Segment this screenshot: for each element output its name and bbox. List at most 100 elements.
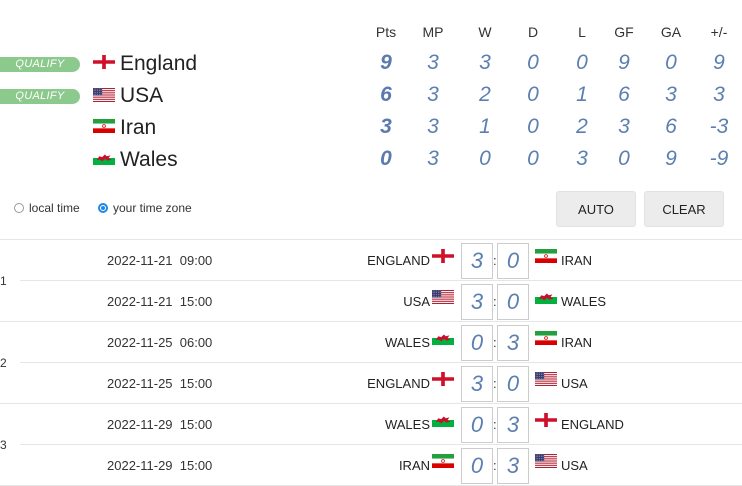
qualify-badge: QUALIFY: [0, 89, 80, 104]
stat-Pts: 0: [380, 147, 392, 170]
stat-GF: 0: [618, 147, 630, 170]
stat-MP: 3: [427, 115, 439, 138]
row-divider: [20, 362, 742, 363]
auto-button[interactable]: AUTO: [556, 191, 636, 227]
home-team-name: USA: [403, 294, 430, 309]
standings-row[interactable]: Wales 0 3 0 0 3 0 9 -9: [0, 144, 742, 176]
team-name: Wales: [120, 148, 178, 171]
stat-D: 0: [527, 51, 539, 74]
local-time-radio[interactable]: [14, 203, 24, 213]
stat-D: 0: [527, 147, 539, 170]
row-divider: [20, 280, 742, 281]
stat-W: 3: [479, 51, 491, 74]
away-score-input[interactable]: 3: [497, 325, 529, 361]
home-score-input[interactable]: 0: [461, 325, 493, 361]
stat-D: 0: [527, 83, 539, 106]
home-score-input[interactable]: 3: [461, 366, 493, 402]
stat-GA: 3: [665, 83, 677, 106]
stat-GF: 9: [618, 51, 630, 74]
england-flag-icon: [432, 372, 454, 391]
home-team-name: ENGLAND: [367, 376, 430, 391]
england-flag-icon: [432, 249, 454, 268]
clear-button[interactable]: CLEAR: [644, 191, 724, 227]
match-date: 2022-11-29 15:00: [107, 417, 213, 432]
england-flag-icon: [93, 55, 115, 74]
match-date: 2022-11-25 06:00: [107, 335, 213, 350]
column-header-1: MP: [422, 24, 444, 40]
row-divider: [0, 403, 742, 404]
away-score-input[interactable]: 3: [497, 448, 529, 484]
column-header-4: L: [578, 24, 586, 40]
iran-flag-icon: [432, 454, 454, 473]
home-score-input[interactable]: 0: [461, 448, 493, 484]
home-team-name: WALES: [384, 417, 430, 432]
local-time-label[interactable]: local time: [29, 201, 80, 215]
stat-W: 1: [479, 115, 491, 138]
column-header-6: GA: [660, 24, 682, 40]
home-score-input[interactable]: 3: [461, 243, 493, 279]
stat-W: 0: [479, 147, 491, 170]
away-team-name: WALES: [561, 294, 607, 309]
away-team-name: USA: [561, 458, 588, 473]
matchday-label: 2: [0, 356, 7, 370]
matchday-label: 1: [0, 274, 7, 288]
your-time-zone-radio[interactable]: [98, 203, 108, 213]
stat-GF: 6: [618, 83, 630, 106]
wales-flag-icon: [432, 331, 454, 350]
stat-Pts: 6: [380, 83, 392, 106]
column-header-2: W: [478, 24, 492, 40]
stat-GA: 0: [665, 51, 677, 74]
standings-row[interactable]: QUALIFY England 9 3 3 0 0 9 0 9: [0, 48, 742, 80]
column-header-3: D: [527, 24, 539, 40]
home-score-input[interactable]: 0: [461, 407, 493, 443]
stat-Pts: 3: [380, 115, 392, 138]
away-team-name: IRAN: [561, 253, 593, 268]
away-score-input[interactable]: 0: [497, 243, 529, 279]
home-team-name: IRAN: [398, 458, 430, 473]
usa-flag-icon: [432, 290, 454, 309]
stat-L: 0: [576, 51, 588, 74]
iran-flag-icon: [93, 119, 115, 138]
team-name: England: [120, 52, 198, 75]
match-date: 2022-11-25 15:00: [107, 376, 213, 391]
stat-L: 1: [576, 83, 588, 106]
stat-L: 2: [576, 115, 588, 138]
stat-+/-: 9: [713, 51, 725, 74]
standings-row[interactable]: Iran 3 3 1 0 2 3 6 -3: [0, 112, 742, 144]
wales-flag-icon: [93, 151, 115, 170]
away-score-input[interactable]: 0: [497, 366, 529, 402]
away-team-name: USA: [561, 376, 588, 391]
stat-W: 2: [479, 83, 491, 106]
away-score-input[interactable]: 3: [497, 407, 529, 443]
wales-flag-icon: [432, 413, 454, 432]
usa-flag-icon: [93, 88, 115, 107]
stat-+/-: 3: [713, 83, 725, 106]
usa-flag-icon: [535, 372, 557, 391]
away-score-input[interactable]: 0: [497, 284, 529, 320]
match-date: 2022-11-29 15:00: [107, 458, 213, 473]
stat-Pts: 9: [380, 51, 392, 74]
stat-MP: 3: [427, 147, 439, 170]
qualify-badge: QUALIFY: [0, 57, 80, 72]
away-team-name: IRAN: [561, 335, 593, 350]
row-divider: [0, 321, 742, 322]
usa-flag-icon: [535, 454, 557, 473]
team-name: USA: [120, 84, 164, 107]
match-date: 2022-11-21 15:00: [107, 294, 213, 309]
stat-+/-: -3: [709, 115, 729, 138]
home-score-input[interactable]: 3: [461, 284, 493, 320]
match-date: 2022-11-21 09:00: [107, 253, 213, 268]
column-header-7: +/-: [710, 24, 728, 40]
column-header-0: Pts: [375, 24, 397, 40]
home-team-name: ENGLAND: [367, 253, 430, 268]
standings-row[interactable]: QUALIFY USA 6 3 2 0 1 6 3 3: [0, 80, 742, 112]
iran-flag-icon: [535, 249, 557, 268]
stat-MP: 3: [427, 83, 439, 106]
matchday-label: 3: [0, 438, 7, 452]
stat-+/-: -9: [709, 147, 729, 170]
your-time-zone-label[interactable]: your time zone: [113, 201, 192, 215]
stat-MP: 3: [427, 51, 439, 74]
iran-flag-icon: [535, 331, 557, 350]
row-divider: [0, 239, 742, 240]
row-divider: [20, 444, 742, 445]
